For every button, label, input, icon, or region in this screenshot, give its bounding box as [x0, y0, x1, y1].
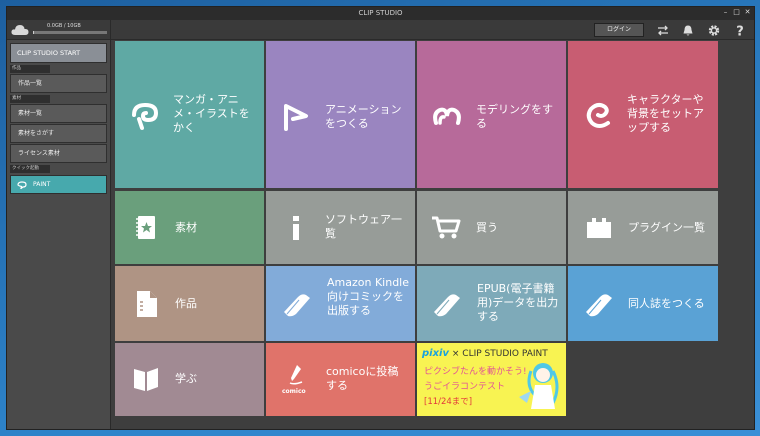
materials-book-icon	[136, 216, 155, 239]
bell-icon[interactable]	[681, 24, 695, 37]
sidebar-item-start[interactable]: CLIP STUDIO START	[10, 43, 107, 63]
plugin-icon	[587, 218, 611, 238]
sidebar-item-license-materials[interactable]: ライセンス素材	[10, 144, 107, 163]
pixiv-line-1: ピクシブたんを動かそう!	[424, 367, 527, 377]
animation-icon	[284, 104, 308, 131]
tile-learn-label: 学ぶ	[175, 372, 197, 385]
sidebar-item-paint[interactable]: PAINT	[10, 175, 107, 194]
tile-modeling[interactable]: モデリングをする	[417, 41, 566, 188]
info-icon	[293, 216, 299, 240]
tile-character-setup[interactable]: キャラクターや背景をセットアップする	[568, 41, 718, 188]
tile-epub[interactable]: EPUB(電子書籍用)データを出力する	[417, 266, 566, 341]
svg-text:?: ?	[736, 25, 744, 38]
minimize-button[interactable]: –	[721, 8, 730, 17]
tile-materials-label: 素材	[175, 221, 197, 234]
tile-animation[interactable]: アニメーションをつくる	[266, 41, 415, 188]
character-setup-icon	[586, 102, 610, 128]
help-icon[interactable]: ?	[733, 24, 747, 38]
tile-doujinshi[interactable]: 同人誌をつくる	[568, 266, 718, 341]
tile-kindle[interactable]: Amazon Kindle向けコミックを出版する	[266, 266, 415, 341]
tile-comico-label: comicoに投稿する	[326, 365, 399, 392]
pixiv-character-illustration	[519, 363, 559, 409]
sidebar-item-materials-list[interactable]: 素材一覧	[10, 104, 107, 123]
pixiv-deadline: [11/24まで]	[424, 397, 473, 407]
storage-bar	[33, 31, 107, 34]
modeling-icon	[433, 107, 461, 125]
tile-animation-label: アニメーションをつくる	[325, 103, 402, 130]
storage-bar-fill	[33, 31, 35, 34]
sidebar: 0.0GB / 10GB CLIP STUDIO START 作品 作品一覧 素…	[7, 20, 111, 429]
tile-manga-label: マンガ・アニメ・イラストをかく	[173, 93, 250, 134]
cloud-icon	[11, 25, 29, 35]
tile-works-label: 作品	[175, 297, 197, 310]
tile-kindle-label: Amazon Kindle向けコミックを出版する	[327, 276, 410, 317]
document-icon	[137, 291, 157, 317]
tile-learn[interactable]: 学ぶ	[115, 343, 264, 416]
tile-buy-label: 買う	[476, 221, 498, 234]
tile-plugin-list[interactable]: プラグイン一覧	[568, 191, 718, 264]
cloud-storage[interactable]: 0.0GB / 10GB	[7, 20, 110, 40]
paint-logo-icon	[17, 180, 27, 189]
tile-comico[interactable]: comico comicoに投稿する	[266, 343, 415, 416]
pixiv-logo: pixiv	[422, 348, 449, 359]
close-button[interactable]: ✕	[743, 8, 752, 17]
sidebar-item-works-list[interactable]: 作品一覧	[10, 74, 107, 93]
open-book-icon	[134, 368, 158, 391]
tile-doujinshi-label: 同人誌をつくる	[628, 297, 705, 310]
tile-plugin-list-label: プラグイン一覧	[628, 221, 705, 234]
section-quick-launch: クイック起動	[10, 165, 50, 173]
tile-character-setup-label: キャラクターや背景をセットアップする	[627, 93, 704, 134]
book-icon	[284, 294, 310, 317]
doujinshi-book-icon	[586, 294, 612, 317]
paint-label: PAINT	[33, 181, 51, 188]
sync-icon[interactable]	[656, 24, 670, 37]
tile-modeling-label: モデリングをする	[476, 103, 553, 130]
pixiv-line-2: うごイラコンテスト	[424, 382, 506, 392]
section-works: 作品	[10, 65, 50, 73]
tile-works[interactable]: 作品	[115, 266, 264, 341]
storage-usage-text: 0.0GB / 10GB	[47, 23, 81, 29]
login-button[interactable]: ログイン	[594, 23, 644, 37]
tile-manga[interactable]: マンガ・アニメ・イラストをかく	[115, 41, 264, 188]
tile-buy[interactable]: 買う	[417, 191, 566, 264]
top-toolbar: ログイン ?	[111, 20, 754, 40]
tile-materials[interactable]: 素材	[115, 191, 264, 264]
manga-icon	[132, 102, 159, 130]
tile-epub-label: EPUB(電子書籍用)データを出力する	[477, 282, 559, 323]
window-controls: – □ ✕	[721, 8, 752, 17]
tile-software-list[interactable]: ソフトウェア一覧	[266, 191, 415, 264]
window-title: CLIP STUDIO	[358, 9, 403, 17]
maximize-button[interactable]: □	[732, 8, 741, 17]
gear-icon[interactable]	[707, 24, 721, 37]
comico-pen-icon	[289, 365, 303, 385]
shopping-cart-icon	[432, 216, 461, 239]
title-bar: CLIP STUDIO – □ ✕	[7, 7, 754, 20]
ebook-icon	[434, 294, 460, 317]
tile-software-list-label: ソフトウェア一覧	[325, 213, 402, 240]
section-materials: 素材	[10, 95, 50, 103]
pixiv-contest-banner[interactable]: pixiv × CLIP STUDIO PAINT ピクシブたんを動かそう! う…	[417, 343, 566, 416]
comico-logo-text: comico	[282, 388, 306, 395]
pixiv-cross: ×	[451, 349, 460, 359]
sidebar-item-materials-search[interactable]: 素材をさがす	[10, 124, 107, 143]
